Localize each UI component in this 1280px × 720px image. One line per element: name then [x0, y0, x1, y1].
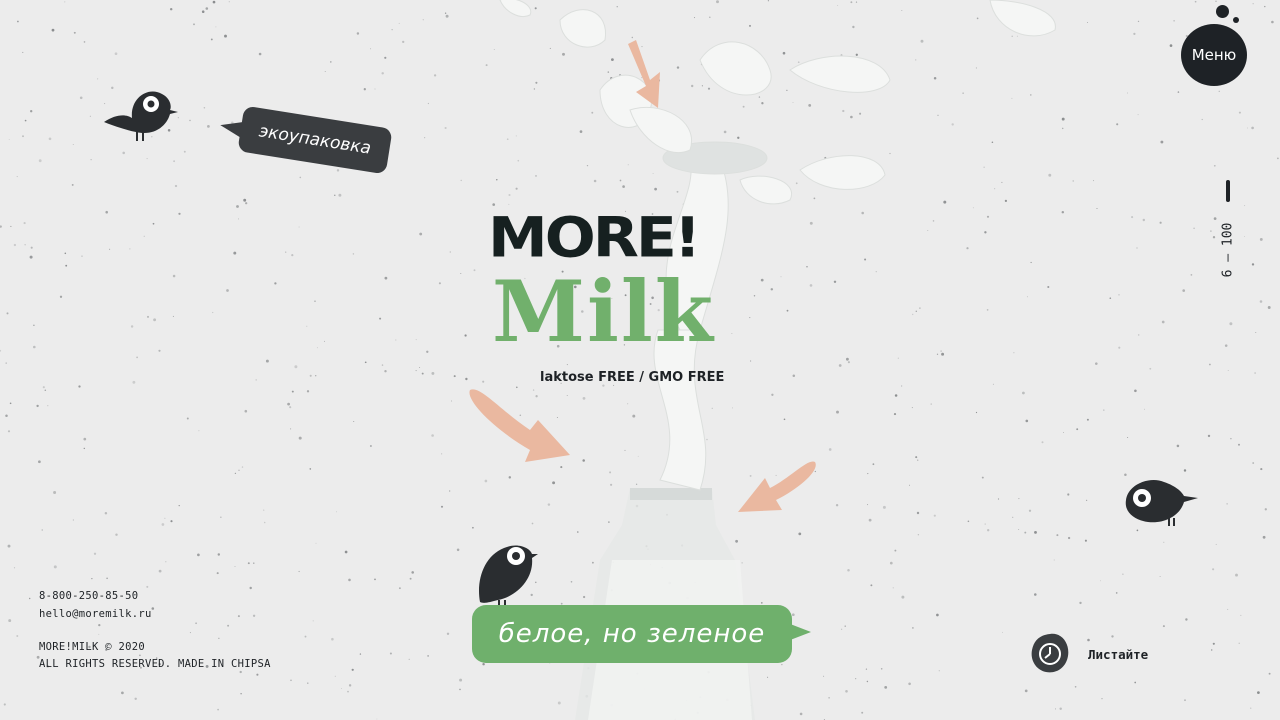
menu-decor-dot-small — [1233, 17, 1239, 23]
logo-tagline: laktose FREE / GMO FREE — [540, 370, 725, 385]
age-indicator-bar — [1226, 180, 1230, 202]
menu-button-label: Меню — [1191, 46, 1237, 64]
milk-bottle — [575, 488, 755, 720]
footer-phone-link[interactable]: 8-800-250-85-50 — [39, 590, 138, 602]
scroll-timer-icon[interactable] — [1030, 630, 1070, 674]
slogan-badge: белое, но зеленое — [472, 605, 792, 663]
footer-rights: ALL RIGHTS RESERVED. MADE IN CHIPSA — [39, 658, 271, 670]
slogan-label: белое, но зеленое — [498, 619, 766, 649]
scroll-hint-label[interactable]: Листайте — [1088, 647, 1148, 662]
bird-right-icon — [1125, 480, 1198, 526]
footer-email-link[interactable]: hello@moremilk.ru — [39, 608, 152, 620]
eco-packaging-badge: экоупаковка — [237, 105, 393, 175]
age-range-label: 6 — 100 — [1220, 222, 1236, 278]
logo-milk: Milk — [492, 262, 716, 361]
eco-badge-label: экоупаковка — [257, 121, 373, 159]
bird-bottom-center-icon — [479, 545, 538, 610]
logo-more: MORE! — [488, 205, 701, 271]
footer-copyright: MORE!MILK © 2020 — [39, 641, 145, 653]
menu-button[interactable]: Меню — [1181, 24, 1247, 86]
menu-decor-dot — [1216, 5, 1229, 18]
bird-top-left-icon — [104, 91, 178, 141]
